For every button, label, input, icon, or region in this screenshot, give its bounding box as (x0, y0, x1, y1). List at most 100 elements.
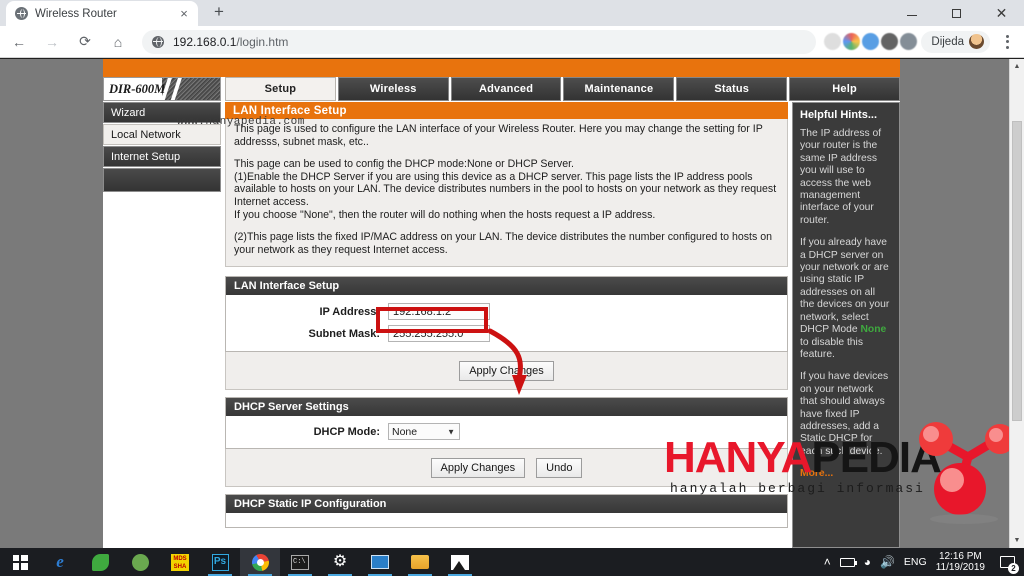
wifi-icon[interactable]: ◕ (864, 555, 871, 569)
clock-date: 11/19/2019 (935, 562, 985, 573)
dhcp-section-body: DHCP Mode: None ▼ (226, 416, 787, 448)
dhcp-apply-changes-button[interactable]: Apply Changes (430, 457, 526, 478)
close-window-button[interactable]: ✕ (979, 0, 1024, 26)
taskbar-item-leaf-app[interactable] (80, 548, 120, 576)
scrollbar-thumb[interactable] (1012, 121, 1022, 421)
new-tab-button[interactable]: + (206, 0, 232, 25)
home-icon[interactable]: ⌂ (104, 28, 132, 56)
profile-button[interactable]: Dijeda (921, 30, 990, 53)
dhcp-static-body (226, 513, 787, 527)
dhcp-actions: Apply Changes Undo (225, 449, 788, 487)
router-model-label: DIR-600M (109, 81, 166, 96)
url-host: 192.168.0.1 (173, 34, 237, 49)
hint-2-highlight: None (860, 324, 887, 336)
system-tray: ˄ ◕ 🔊 ENG 12:16 PM 11/19/2019 2 (824, 548, 1024, 576)
lan-actions: Apply Changes (225, 352, 788, 390)
ip-address-input[interactable] (388, 303, 490, 320)
battery-icon[interactable] (839, 557, 857, 567)
taskbar-item-photos[interactable] (440, 548, 480, 576)
dhcp-static-section: DHCP Static IP Configuration (225, 494, 788, 528)
tab-advanced[interactable]: Advanced (450, 77, 562, 101)
avatar (969, 34, 984, 49)
extension-icon-2[interactable] (843, 33, 861, 50)
taskbar-item-photoshop[interactable]: Ps (200, 548, 240, 576)
minimize-button[interactable] (889, 0, 934, 26)
router-header: DIR-600M Setup Wireless Advanced Mainten… (103, 77, 900, 102)
page-description: This page is used to configure the LAN i… (225, 119, 788, 267)
sidebar-item-local-network[interactable]: Local Network (103, 124, 221, 145)
dhcp-mode-select[interactable]: None ▼ (388, 423, 460, 440)
reload-icon[interactable]: ⟳ (71, 28, 99, 56)
tab-strip: Wireless Router × + ✕ (0, 0, 1024, 26)
notification-badge: 2 (1008, 563, 1019, 574)
language-indicator[interactable]: ENG (904, 556, 927, 568)
router-logo: DIR-600M (103, 77, 221, 101)
maximize-button[interactable] (934, 0, 979, 26)
extension-icon-3[interactable] (862, 33, 880, 50)
hints-more-link[interactable]: More... (800, 468, 892, 480)
menu-icon[interactable] (994, 29, 1020, 55)
tab-maintenance[interactable]: Maintenance (563, 77, 675, 101)
taskbar-item-card-app[interactable] (360, 548, 400, 576)
taskbar-item-mds-sha[interactable]: MDS SHA (160, 548, 200, 576)
extension-icon-1[interactable] (824, 33, 842, 50)
close-icon[interactable]: × (176, 6, 192, 22)
taskbar-item-terminal[interactable]: C:\ (280, 548, 320, 576)
extension-icons (824, 33, 918, 50)
logo-stripes-decoration (162, 78, 220, 100)
page-scrollbar[interactable]: ▲ ▼ (1009, 59, 1024, 548)
dhcp-undo-button[interactable]: Undo (536, 457, 583, 478)
lan-section-header: LAN Interface Setup (226, 277, 787, 295)
page-viewport: www.hanyapedia.com DIR-600M Setup Wirele… (0, 59, 1024, 548)
photos-icon (451, 554, 469, 570)
hint-2-before: If you already have a DHCP server on you… (800, 237, 890, 336)
dhcp-section-header: DHCP Server Settings (226, 398, 787, 416)
scroll-up-arrow[interactable]: ▲ (1010, 59, 1024, 74)
globe-icon (15, 7, 28, 20)
url-path: /login.htm (236, 34, 289, 49)
page-top-orange-bar (103, 59, 900, 77)
dhcp-mode-row: DHCP Mode: None ▼ (226, 423, 787, 440)
sidebar-item-wizard[interactable]: Wizard (103, 102, 221, 123)
scroll-down-arrow[interactable]: ▼ (1010, 533, 1024, 548)
start-button[interactable] (0, 548, 40, 576)
taskbar-item-file-explorer[interactable] (400, 548, 440, 576)
gear-icon: ⚙ (332, 553, 348, 570)
hint-2-after: to disable this feature. (800, 336, 863, 360)
lan-apply-changes-button[interactable]: Apply Changes (459, 360, 554, 381)
tray-expand-chevron-icon[interactable]: ˄ (824, 555, 831, 569)
extension-icon-4[interactable] (881, 33, 899, 50)
dhcp-server-section: DHCP Server Settings DHCP Mode: None ▼ (225, 397, 788, 449)
extension-icon-5[interactable] (900, 33, 918, 50)
tab-setup[interactable]: Setup (225, 77, 336, 101)
subnet-mask-label: Subnet Mask: (308, 327, 380, 340)
browser-tab[interactable]: Wireless Router × (6, 1, 198, 26)
taskbar-item-settings[interactable]: ⚙ (320, 548, 360, 576)
taskbar-item-android-studio[interactable] (120, 548, 160, 576)
taskbar-item-chrome[interactable] (240, 548, 280, 576)
notifications-button[interactable]: 2 (994, 548, 1020, 576)
forward-icon[interactable]: → (38, 28, 66, 56)
description-paragraph-1: This page is used to configure the LAN i… (234, 123, 763, 148)
tab-help[interactable]: Help (789, 77, 900, 101)
description-paragraph-3: (2)This page lists the fixed IP/MAC addr… (234, 231, 773, 256)
lan-interface-section: LAN Interface Setup IP Address: Subnet M… (225, 276, 788, 352)
hints-heading: Helpful Hints... (800, 109, 877, 121)
profile-name: Dijeda (931, 35, 964, 48)
site-globe-icon (152, 35, 164, 48)
tab-wireless[interactable]: Wireless (337, 77, 449, 101)
subnet-mask-input[interactable] (388, 325, 490, 342)
taskbar-item-edge[interactable]: e (40, 548, 80, 576)
tab-status[interactable]: Status (676, 77, 788, 101)
volume-icon[interactable]: 🔊 (880, 555, 895, 569)
main-nav-tabs: Setup Wireless Advanced Maintenance Stat… (225, 77, 900, 101)
address-bar[interactable]: 192.168.0.1 /login.htm (142, 29, 817, 54)
back-icon[interactable]: ← (5, 28, 33, 56)
windows-taskbar: e MDS SHA Ps C:\ ⚙ ˄ ◕ 🔊 ENG 12:16 PM 11… (0, 548, 1024, 576)
clock[interactable]: 12:16 PM 11/19/2019 (936, 551, 985, 573)
sidebar: Wizard Local Network Internet Setup (103, 102, 221, 548)
dhcp-mode-label: DHCP Mode: (313, 425, 380, 438)
lan-section-body: IP Address: Subnet Mask: (226, 295, 787, 351)
sidebar-item-internet-setup[interactable]: Internet Setup (103, 146, 221, 167)
hint-paragraph-1: The IP address of your router is the sam… (800, 128, 882, 226)
